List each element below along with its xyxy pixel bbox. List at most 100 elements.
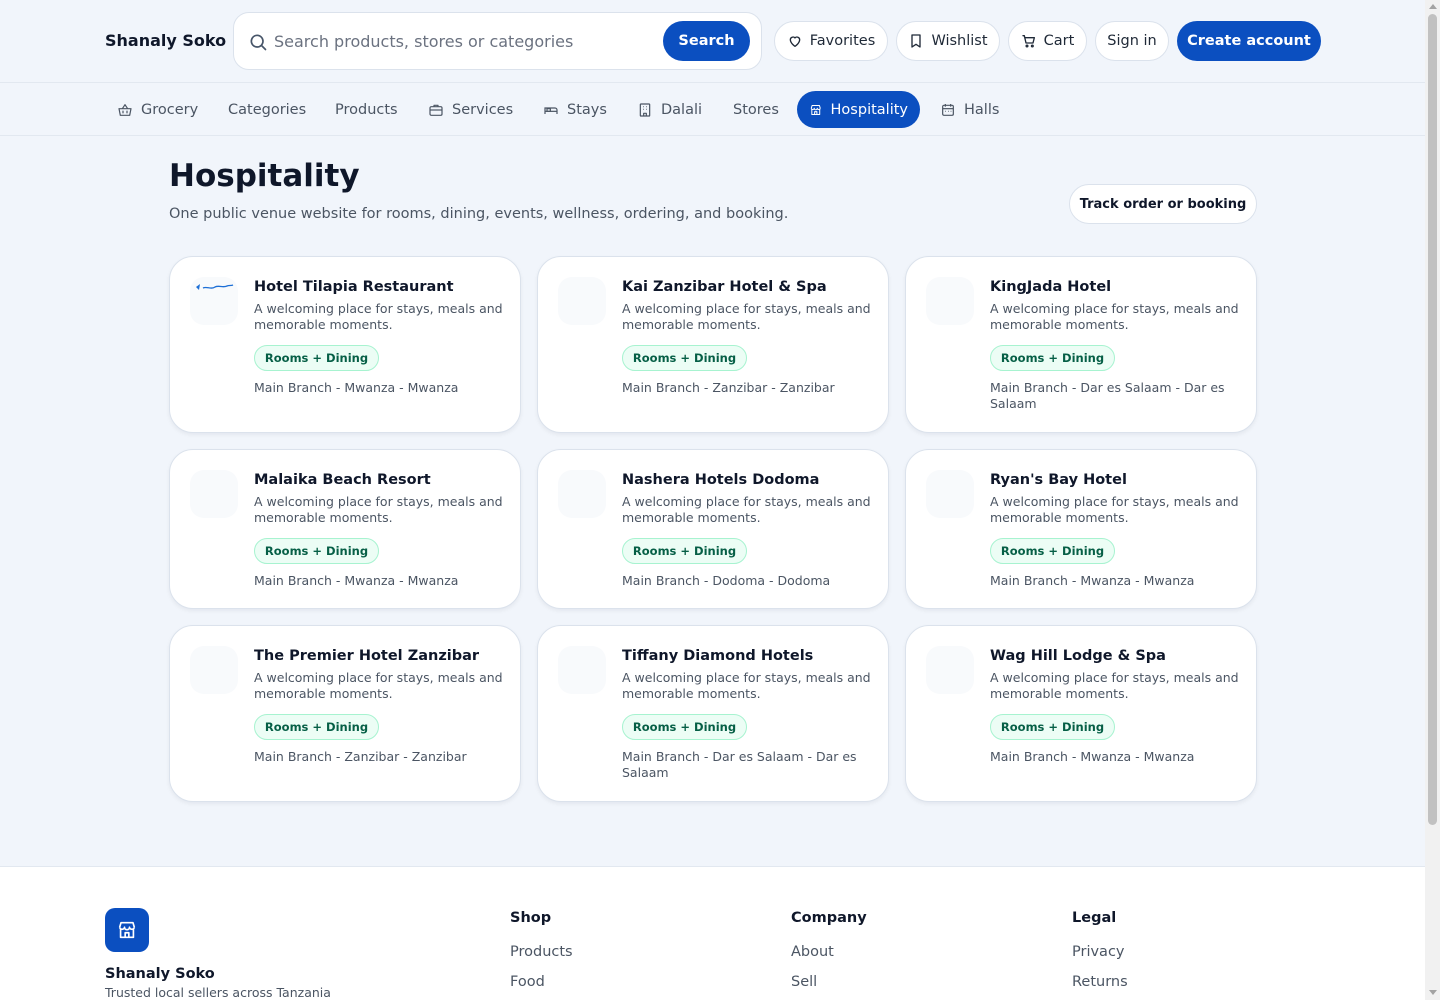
bed-icon [544, 106, 558, 114]
venue-type-badge: Rooms + Dining [990, 714, 1115, 740]
venue-card[interactable]: Tiffany Diamond Hotels A welcoming place… [537, 625, 889, 802]
nav-item-grocery[interactable]: Grocery [105, 91, 210, 128]
venue-location: Main Branch - Zanzibar - Zanzibar [254, 749, 467, 764]
venue-name: Hotel Tilapia Restaurant [254, 279, 454, 295]
search-bar: Search [233, 12, 762, 70]
nav-item-categories[interactable]: Categories [216, 91, 318, 128]
venue-location: Main Branch - Mwanza - Mwanza [990, 573, 1195, 588]
venue-description: A welcoming place for stays, meals and m… [990, 301, 1239, 332]
footer-brand: Shanaly Soko [105, 966, 215, 982]
building-icon [639, 102, 651, 117]
venue-card[interactable]: KingJada Hotel A welcoming place for sta… [905, 256, 1257, 433]
calendar-icon [942, 103, 954, 116]
favorites-button[interactable]: Favorites [774, 21, 888, 61]
footer-column-shop: Shop Products Food [510, 910, 573, 1000]
venue-logo [558, 277, 606, 325]
venue-location: Main Branch - Zanzibar - Zanzibar [622, 380, 835, 395]
venue-location: Main Branch - Dar es Salaam - Dar es Sal… [990, 380, 1225, 411]
footer-tagline: Trusted local sellers across Tanzania [105, 985, 331, 1000]
venue-card[interactable]: Kai Zanzibar Hotel & Spa A welcoming pla… [537, 256, 889, 433]
nav-item-stays[interactable]: Stays [531, 91, 619, 128]
track-order-button[interactable]: Track order or booking [1069, 184, 1257, 224]
nav-label: Grocery [141, 101, 199, 118]
store-icon [118, 921, 136, 939]
venue-location: Main Branch - Mwanza - Mwanza [990, 749, 1195, 764]
wishlist-button[interactable]: Wishlist [896, 21, 1000, 61]
search-input[interactable] [274, 23, 654, 59]
hotel-logo-image [196, 284, 234, 290]
venue-name: KingJada Hotel [990, 279, 1112, 295]
venue-logo [926, 646, 974, 694]
venue-type-badge: Rooms + Dining [990, 345, 1115, 371]
nav-label: Categories [228, 101, 307, 118]
footer-heading: Company [791, 910, 867, 926]
venue-description: A welcoming place for stays, meals and m… [622, 301, 871, 332]
bookmark-icon [911, 34, 922, 48]
briefcase-icon [429, 104, 443, 116]
footer-link-returns[interactable]: Returns [1072, 974, 1128, 990]
nav-item-stores[interactable]: Stores [721, 91, 791, 128]
venue-card[interactable]: Ryan's Bay Hotel A welcoming place for s… [905, 449, 1257, 609]
venue-type-badge: Rooms + Dining [622, 714, 747, 740]
nav-item-services[interactable]: Services [416, 91, 525, 128]
nav-label: Products [335, 101, 398, 118]
footer-link-about[interactable]: About [791, 944, 867, 960]
store-icon [810, 104, 821, 115]
venue-card[interactable]: Nashera Hotels Dodoma A welcoming place … [537, 449, 889, 609]
footer-link-sell[interactable]: Sell [791, 974, 867, 990]
venue-card[interactable]: Malaika Beach Resort A welcoming place f… [169, 449, 521, 609]
footer-column-legal: Legal Privacy Returns [1072, 910, 1128, 1000]
nav-item-halls[interactable]: Halls [928, 91, 1011, 128]
venue-type-badge: Rooms + Dining [254, 345, 379, 371]
nav-label: Hospitality [830, 101, 908, 118]
venue-type-badge: Rooms + Dining [254, 714, 379, 740]
page-title: Hospitality [169, 158, 360, 194]
cart-icon [1021, 35, 1035, 48]
nav-item-dalali[interactable]: Dalali [625, 91, 714, 128]
nav-label: Services [452, 101, 514, 118]
venue-name: Malaika Beach Resort [254, 472, 431, 488]
venue-type-badge: Rooms + Dining [622, 345, 747, 371]
footer-link-food[interactable]: Food [510, 974, 573, 990]
page-subtitle: One public venue website for rooms, dini… [169, 206, 789, 222]
create-account-button[interactable]: Create account [1177, 21, 1321, 61]
scroll-up-arrow-icon[interactable] [1429, 4, 1437, 9]
venue-card[interactable]: The Premier Hotel Zanzibar A welcoming p… [169, 625, 521, 802]
venue-card[interactable]: Hotel Tilapia Restaurant A welcoming pla… [169, 256, 521, 433]
venue-description: A welcoming place for stays, meals and m… [990, 670, 1239, 701]
category-nav: Grocery Categories Products Services Sta… [0, 83, 1425, 136]
footer-logo[interactable] [105, 908, 149, 952]
venue-name: The Premier Hotel Zanzibar [254, 648, 480, 664]
venue-logo [558, 646, 606, 694]
nav-item-products[interactable]: Products [323, 91, 410, 128]
venue-description: A welcoming place for stays, meals and m… [254, 494, 503, 525]
venue-logo [926, 277, 974, 325]
search-button[interactable]: Search [663, 21, 750, 61]
wishlist-label: Wishlist [931, 33, 988, 49]
cart-button[interactable]: Cart [1008, 21, 1087, 61]
brand-name[interactable]: Shanaly Soko [105, 31, 226, 50]
nav-item-hospitality[interactable]: Hospitality [797, 91, 920, 128]
venue-name: Nashera Hotels Dodoma [622, 472, 820, 488]
heart-icon [789, 36, 801, 47]
venue-logo [190, 470, 238, 518]
venue-name: Kai Zanzibar Hotel & Spa [622, 279, 827, 295]
venue-location: Main Branch - Dodoma - Dodoma [622, 573, 831, 588]
nav-label: Stays [567, 101, 607, 118]
sign-in-button[interactable]: Sign in [1095, 21, 1169, 61]
footer-link-products[interactable]: Products [510, 944, 573, 960]
page-scrollbar[interactable] [1425, 0, 1440, 1000]
venue-card[interactable]: Wag Hill Lodge & Spa A welcoming place f… [905, 625, 1257, 802]
nav-label: Dalali [661, 101, 703, 118]
footer-link-privacy[interactable]: Privacy [1072, 944, 1128, 960]
venue-location: Main Branch - Dar es Salaam - Dar es Sal… [622, 749, 857, 780]
sign-in-label: Sign in [1107, 33, 1157, 49]
venue-description: A welcoming place for stays, meals and m… [990, 494, 1239, 525]
nav-label: Halls [964, 101, 1000, 118]
venue-logo [926, 470, 974, 518]
scrollbar-thumb[interactable] [1428, 14, 1437, 825]
basket-icon [118, 103, 132, 116]
venue-type-badge: Rooms + Dining [254, 538, 379, 564]
favorites-label: Favorites [809, 33, 876, 49]
scroll-down-arrow-icon[interactable] [1429, 990, 1437, 995]
